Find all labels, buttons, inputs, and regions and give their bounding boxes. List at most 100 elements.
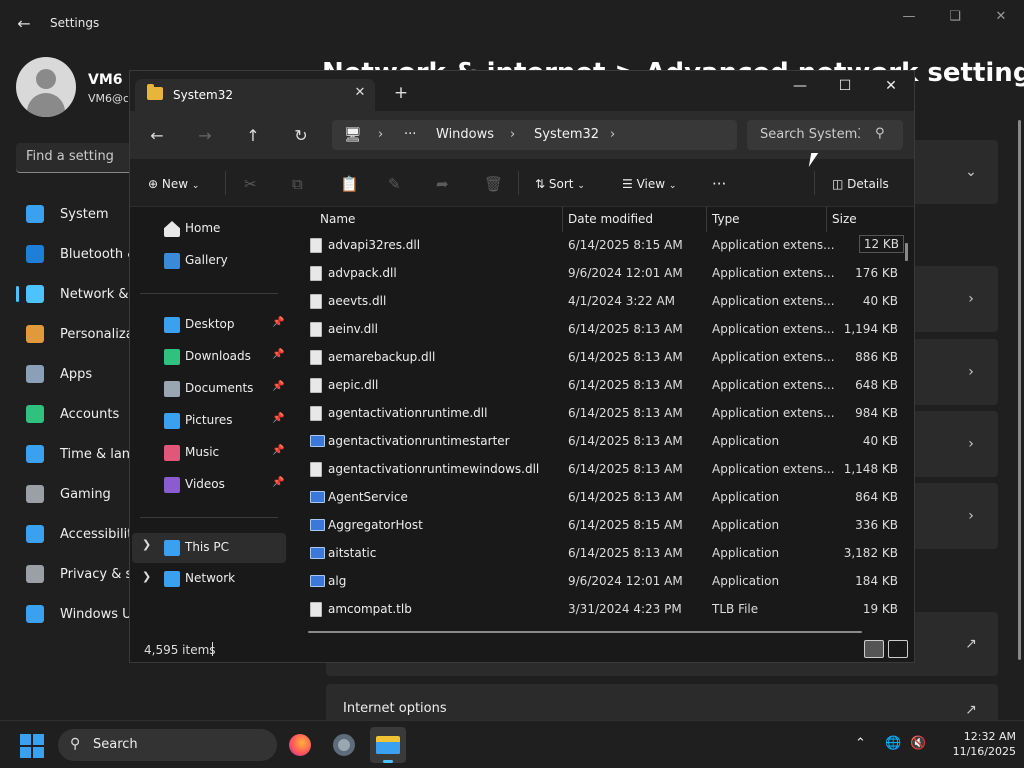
tab-system32[interactable]: System32 ✕	[135, 79, 375, 111]
sidebar-item-apps[interactable]: Apps	[16, 354, 132, 394]
file-row[interactable]: agentactivationruntime.dll 6/14/2025 8:13…	[288, 399, 914, 427]
expand-chevron-icon[interactable]: ❯	[142, 570, 151, 583]
search-input[interactable]: Search System32 ⚲	[747, 120, 903, 150]
expand-chevron-icon[interactable]: ❯	[142, 538, 151, 551]
clock[interactable]: 12:32 AM 11/16/2025	[930, 729, 1016, 759]
sidebar-item-system[interactable]: System	[16, 194, 132, 234]
file-row[interactable]: advapi32res.dll 6/14/2025 8:15 AM Applicat…	[288, 231, 914, 259]
language-globe-icon[interactable]: 🌐	[885, 736, 901, 751]
up-arrow-icon[interactable]: ↑	[242, 125, 264, 147]
breadcrumb[interactable]: 🖥 › ··· Windows › System32 ›	[332, 120, 737, 150]
file-row[interactable]: aitstatic 6/14/2025 8:13 AM Application 3,1…	[288, 539, 914, 567]
file-row[interactable]: alg 9/6/2024 12:01 AM Application 184 KB	[288, 567, 914, 595]
nav-documents[interactable]: Documents 📌	[132, 375, 286, 403]
details-button[interactable]: ◫ Details	[832, 174, 889, 194]
more-options-icon[interactable]: ···	[712, 174, 726, 194]
file-date: 6/14/2025 8:15 AM	[568, 518, 683, 532]
horizontal-scrollbar[interactable]	[308, 631, 862, 633]
nav-pictures[interactable]: Pictures 📌	[132, 407, 286, 435]
sidebar-item-windows-update[interactable]: Windows Update	[16, 594, 132, 634]
file-row[interactable]: aemarebackup.dll 6/14/2025 8:13 AM Applica…	[288, 343, 914, 371]
pin-icon[interactable]: 📌	[272, 445, 284, 456]
nav-network[interactable]: ❯ Network	[132, 565, 286, 593]
nav-desktop[interactable]: Desktop 📌	[132, 311, 286, 339]
column-header-date[interactable]: Date modified	[568, 212, 653, 226]
sidebar-item-bluetooth-devices[interactable]: Bluetooth & devices	[16, 234, 132, 274]
vertical-scrollbar[interactable]	[905, 243, 908, 261]
file-row[interactable]: aeevts.dll 4/1/2024 3:22 AM Application ex…	[288, 287, 914, 315]
tiles-view-icon[interactable]	[888, 640, 908, 658]
sidebar-item-accessibility[interactable]: Accessibility	[16, 514, 132, 554]
back-arrow-icon[interactable]: ←	[14, 14, 34, 34]
sidebar-item-accounts[interactable]: Accounts	[16, 394, 132, 434]
new-tab-icon[interactable]: +	[392, 84, 410, 102]
delete-icon[interactable]: 🗑	[484, 174, 503, 194]
column-header-size[interactable]: Size	[832, 212, 857, 226]
close-icon[interactable]: ✕	[879, 77, 903, 95]
nav-label: Documents	[185, 381, 254, 395]
internet-options-card[interactable]: Internet options ↗	[326, 684, 998, 724]
pin-icon[interactable]: 📌	[272, 381, 284, 392]
find-setting-input[interactable]: Find a setting	[16, 143, 134, 173]
close-tab-icon[interactable]: ✕	[351, 84, 369, 102]
details-view-icon[interactable]	[864, 640, 884, 658]
column-header-name[interactable]: Name	[320, 212, 355, 226]
share-icon[interactable]: ➦	[436, 174, 449, 194]
view-button[interactable]: ☰ View ⌄	[622, 174, 676, 194]
nav-this-pc[interactable]: ❯ This PC	[132, 533, 286, 563]
dll-file-icon	[310, 350, 322, 365]
avatar[interactable]	[16, 57, 76, 117]
column-header-type[interactable]: Type	[712, 212, 740, 226]
nav-gallery[interactable]: Gallery	[132, 247, 286, 275]
file-explorer-app-icon[interactable]	[370, 727, 406, 763]
pin-icon[interactable]: 📌	[272, 349, 284, 360]
pin-icon[interactable]: 📌	[272, 413, 284, 424]
refresh-icon[interactable]: ↻	[290, 125, 312, 147]
restore-icon[interactable]: ❏	[944, 8, 966, 26]
sidebar-item-gaming[interactable]: Gaming	[16, 474, 132, 514]
file-row[interactable]: agentactivationruntimewindows.dll 6/14/20…	[288, 455, 914, 483]
nav-videos[interactable]: Videos 📌	[132, 471, 286, 499]
file-row[interactable]: AgentService 6/14/2025 8:13 AM Application…	[288, 483, 914, 511]
file-row[interactable]: agentactivationruntimestarter 6/14/2025 8…	[288, 427, 914, 455]
nav-downloads[interactable]: Downloads 📌	[132, 343, 286, 371]
settings-app-icon[interactable]	[326, 727, 362, 763]
back-arrow-icon[interactable]: ←	[146, 125, 168, 147]
copy-icon[interactable]: ⧉	[292, 174, 303, 194]
settings-scrollbar[interactable]	[1018, 120, 1021, 660]
chevron-up-icon[interactable]: ⌃	[855, 736, 866, 751]
minimize-icon[interactable]: —	[788, 77, 812, 95]
sort-button[interactable]: ⇅ Sort ⌄	[535, 174, 585, 194]
column-divider[interactable]	[562, 207, 563, 232]
paste-icon[interactable]: 📋	[340, 174, 359, 194]
taskbar-search[interactable]: ⚲ Search	[58, 729, 277, 761]
file-row[interactable]: amcompat.tlb 3/31/2024 4:23 PM TLB File 19 …	[288, 595, 914, 623]
breadcrumb-system32[interactable]: System32	[534, 127, 599, 142]
rename-icon[interactable]: ✎	[388, 174, 401, 194]
forward-arrow-icon[interactable]: →	[194, 125, 216, 147]
sidebar-item-time-language[interactable]: Time & language	[16, 434, 132, 474]
file-row[interactable]: advpack.dll 9/6/2024 12:01 AM Application …	[288, 259, 914, 287]
close-icon[interactable]: ✕	[990, 8, 1012, 26]
maximize-icon[interactable]: ☐	[833, 77, 857, 95]
sidebar-item-network-internet[interactable]: Network & internet	[16, 274, 132, 314]
pin-icon[interactable]: 📌	[272, 477, 284, 488]
firefox-icon[interactable]	[282, 727, 318, 763]
nav-music[interactable]: Music 📌	[132, 439, 286, 467]
breadcrumb-windows[interactable]: Windows	[436, 127, 494, 142]
new-button[interactable]: ⊕ New ⌄	[148, 174, 199, 194]
sidebar-item-personalization[interactable]: Personalization	[16, 314, 132, 354]
minimize-icon[interactable]: —	[898, 8, 920, 26]
sidebar-item-privacy-security[interactable]: Privacy & security	[16, 554, 132, 594]
column-divider[interactable]	[706, 207, 707, 232]
cut-icon[interactable]: ✂	[244, 174, 257, 194]
file-row[interactable]: aeinv.dll 6/14/2025 8:13 AM Application ex…	[288, 315, 914, 343]
file-row[interactable]: AggregatorHost 6/14/2025 8:15 AM Applicati…	[288, 511, 914, 539]
nav-home[interactable]: Home	[132, 215, 286, 243]
column-divider[interactable]	[826, 207, 827, 232]
file-row[interactable]: aepic.dll 6/14/2025 8:13 AM Application ex…	[288, 371, 914, 399]
more-icon[interactable]: ···	[404, 127, 416, 142]
pin-icon[interactable]: 📌	[272, 317, 284, 328]
network-speaker-icon[interactable]: 🔇	[910, 736, 926, 751]
start-button[interactable]	[20, 734, 44, 758]
